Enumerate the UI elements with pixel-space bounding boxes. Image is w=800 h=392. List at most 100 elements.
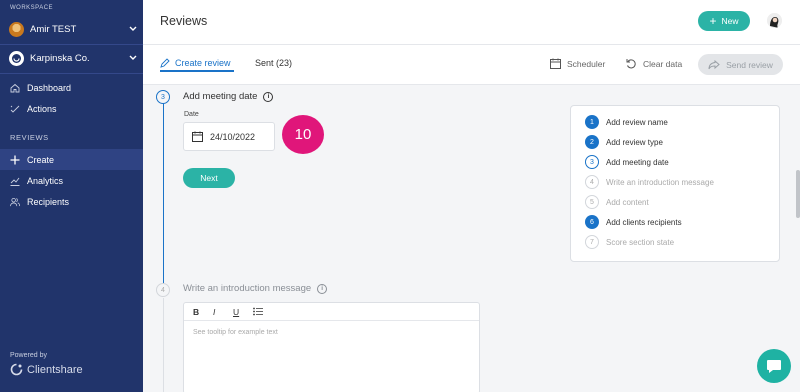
progress-step[interactable]: 2 Add review type xyxy=(585,135,663,149)
bullet-list-icon[interactable] xyxy=(253,307,273,316)
home-icon xyxy=(10,83,20,93)
step-number: 5 xyxy=(585,195,599,209)
chat-icon xyxy=(767,359,781,373)
date-value: 24/10/2022 xyxy=(210,131,256,142)
step-number: 3 xyxy=(585,155,599,169)
progress-panel: 1 Add review name 2 Add review type 3 Add m… xyxy=(570,105,780,262)
info-icon[interactable]: i xyxy=(263,91,274,102)
chevron-down-icon xyxy=(129,25,137,33)
divider xyxy=(0,73,143,74)
pencil-icon xyxy=(160,58,170,68)
brand-logo: Clientshare xyxy=(10,363,83,376)
scheduler-label: Scheduler xyxy=(567,58,606,69)
calendar-icon xyxy=(550,58,561,69)
tab-label: Sent (23) xyxy=(255,58,293,68)
scheduler-button[interactable]: Scheduler xyxy=(550,58,605,69)
sidebar-item-dashboard[interactable]: Dashboard xyxy=(0,77,143,98)
new-button-label: New xyxy=(721,16,739,26)
step-label: Add clients recipients xyxy=(606,217,682,227)
sidebar-item-label: Dashboard xyxy=(27,82,72,93)
progress-step[interactable]: 3 Add meeting date xyxy=(585,155,669,169)
step-annotation-badge: 10 xyxy=(282,115,324,154)
progress-step[interactable]: 4 Write an introduction message xyxy=(585,175,714,189)
clear-data-button[interactable]: Clear data xyxy=(626,58,682,69)
sidebar-item-label: Create xyxy=(27,154,55,165)
workspace-user-name: Amir TEST xyxy=(30,23,77,35)
refresh-icon xyxy=(626,58,637,69)
vertical-scrollbar[interactable] xyxy=(796,170,800,218)
clear-data-label: Clear data xyxy=(643,58,683,69)
step-label: Add content xyxy=(606,197,649,207)
powered-by-label: Powered by xyxy=(10,352,47,359)
progress-step[interactable]: 1 Add review name xyxy=(585,115,668,129)
italic-button[interactable]: I xyxy=(213,307,233,317)
user-menu-avatar[interactable] xyxy=(767,13,782,28)
step-4-number: 4 xyxy=(156,283,170,297)
check-icon xyxy=(10,104,20,114)
step-number: 7 xyxy=(585,235,599,249)
send-review-button[interactable]: Send review xyxy=(698,54,783,75)
top-header: Reviews + New xyxy=(143,0,800,45)
editor-placeholder: See tooltip for example text xyxy=(193,329,278,336)
sidebar-item-label: Analytics xyxy=(27,175,64,186)
step-connector xyxy=(163,298,164,392)
progress-step[interactable]: 5 Add content xyxy=(585,195,649,209)
underline-button[interactable]: U xyxy=(233,307,253,317)
step-label: Add review name xyxy=(606,117,668,127)
step-3-title: Add meeting date xyxy=(183,91,258,102)
sidebar-item-actions[interactable]: Actions xyxy=(0,98,143,119)
progress-step[interactable]: 6 Add clients recipients xyxy=(585,215,682,229)
step-number: 2 xyxy=(585,135,599,149)
company-name: Karpinska Co. xyxy=(30,52,90,64)
step-4-header: Write an introduction message i xyxy=(183,283,328,294)
step-label: Add meeting date xyxy=(606,157,669,167)
plus-icon xyxy=(10,155,20,165)
sidebar-item-recipients[interactable]: Recipients xyxy=(0,191,143,212)
sidebar-item-create[interactable]: Create xyxy=(0,149,143,170)
date-field[interactable]: 24/10/2022 xyxy=(183,122,275,151)
company-logo xyxy=(9,50,24,66)
step-label: Add review type xyxy=(606,137,663,147)
tab-create-review[interactable]: Create review xyxy=(160,58,231,68)
date-label: Date xyxy=(184,111,199,118)
new-button[interactable]: + New xyxy=(698,11,750,31)
step-number: 4 xyxy=(585,175,599,189)
step-4-title: Write an introduction message xyxy=(183,283,312,294)
step-label: Write an introduction message xyxy=(606,177,714,187)
reviews-section-label: REVIEWS xyxy=(10,133,49,142)
chat-button[interactable] xyxy=(757,349,791,383)
next-button[interactable]: Next xyxy=(183,168,235,188)
page-title: Reviews xyxy=(160,14,208,28)
chart-icon xyxy=(10,176,20,186)
plus-icon: + xyxy=(709,14,717,28)
editor-toolbar: B I U xyxy=(184,303,479,321)
calendar-icon xyxy=(192,131,203,142)
user-avatar xyxy=(9,21,24,37)
chevron-down-icon xyxy=(129,54,137,62)
workspace-switcher[interactable]: Amir TEST xyxy=(9,20,137,38)
divider xyxy=(0,44,143,45)
step-number: 1 xyxy=(585,115,599,129)
info-icon[interactable]: i xyxy=(317,283,328,294)
workspace-label: WORKSPACE xyxy=(10,5,54,11)
bold-button[interactable]: B xyxy=(193,307,213,317)
tab-bar: Create review Sent (23) Scheduler Clear … xyxy=(143,45,800,85)
tab-sent[interactable]: Sent (23) xyxy=(255,58,292,68)
share-arrow-icon xyxy=(708,59,720,70)
step-connector xyxy=(163,102,164,289)
active-tab-indicator xyxy=(160,70,234,72)
sidebar-item-analytics[interactable]: Analytics xyxy=(0,170,143,191)
progress-step[interactable]: 7 Score section state xyxy=(585,235,674,249)
sidebar: WORKSPACE Amir TEST Karpinska Co. Dashbo… xyxy=(0,0,143,392)
step-3-header: Add meeting date i xyxy=(183,91,274,102)
step-3-number: 3 xyxy=(156,90,170,104)
main-content: 3 Add meeting date i Date 24/10/2022 10 … xyxy=(143,86,800,392)
send-review-label: Send review xyxy=(726,59,773,70)
step-number: 6 xyxy=(585,215,599,229)
sidebar-item-label: Actions xyxy=(27,103,57,114)
sidebar-item-label: Recipients xyxy=(27,196,70,207)
step-label: Score section state xyxy=(606,237,675,247)
intro-message-editor[interactable]: B I U See tooltip for example text xyxy=(183,302,480,392)
company-switcher[interactable]: Karpinska Co. xyxy=(9,49,137,67)
clientshare-logo-icon xyxy=(10,363,23,376)
